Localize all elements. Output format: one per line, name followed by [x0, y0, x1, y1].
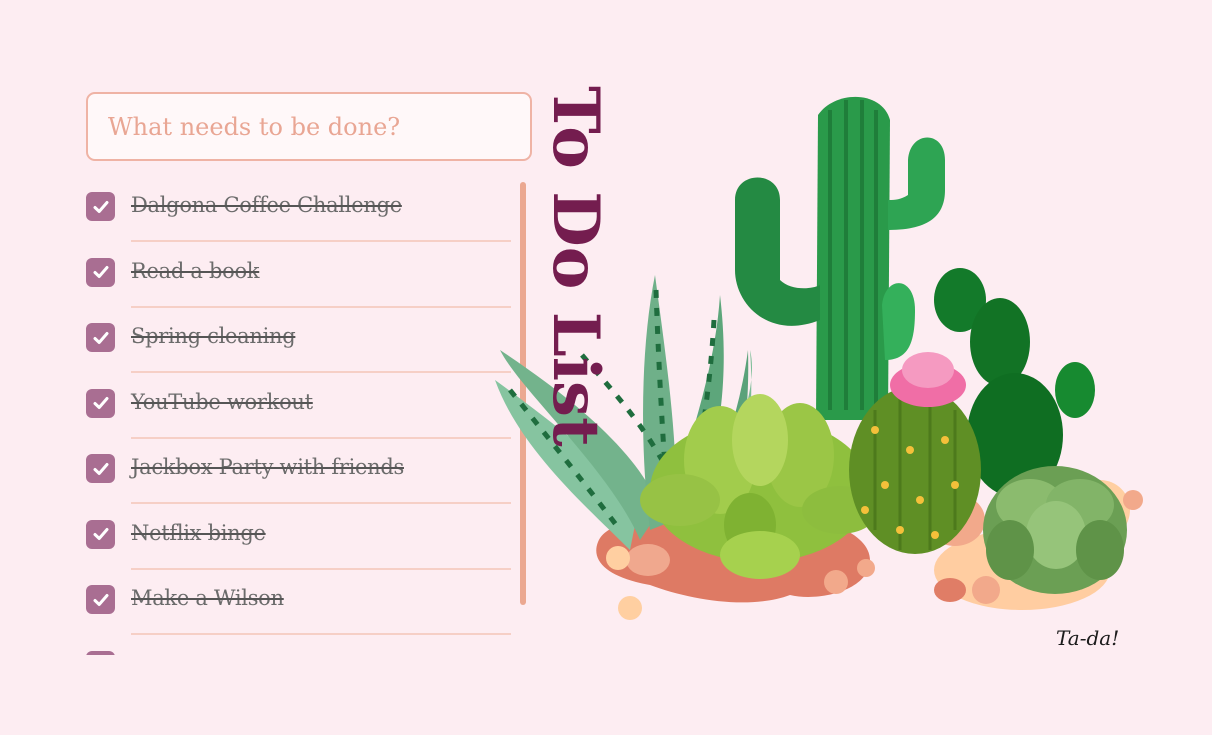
echeveria-petal — [1026, 501, 1086, 569]
todo-label: Netflix binge — [131, 520, 266, 545]
todo-label: Make a Wilson — [131, 586, 284, 610]
todo-item[interactable]: Jackbox Party with friends — [78, 444, 518, 510]
rosette-petal — [720, 531, 800, 579]
barrel-cactus — [849, 386, 981, 554]
pebble-shape — [857, 559, 875, 577]
check-icon — [93, 462, 108, 475]
todo-item[interactable]: Netflix binge — [78, 510, 518, 576]
todo-item[interactable] — [78, 641, 518, 655]
todo-label: YouTube workout — [131, 389, 313, 414]
saguaro-small-arm — [882, 283, 915, 360]
todo-checkbox[interactable] — [86, 257, 115, 287]
cactus-flower — [902, 352, 954, 388]
check-icon — [93, 266, 108, 278]
todo-divider — [131, 436, 511, 439]
saguaro-right-arm — [888, 137, 945, 230]
todo-label: Spring cleaning — [131, 324, 296, 348]
saguaro-trunk — [816, 96, 890, 420]
todo-checkbox[interactable] — [86, 323, 115, 352]
todo-divider — [131, 305, 511, 308]
todo-checkbox[interactable] — [86, 388, 115, 418]
check-icon — [93, 331, 108, 344]
pebble-shape — [824, 570, 848, 594]
todo-divider — [131, 240, 511, 242]
rosette-petal — [640, 474, 720, 526]
check-icon — [93, 593, 108, 606]
todo-item[interactable]: Read a book — [78, 248, 518, 314]
todo-label: Read a book — [131, 258, 260, 283]
todo-label: Dalgona Coffee Challenge — [131, 193, 402, 217]
echeveria-petal — [986, 520, 1034, 580]
todo-divider — [131, 502, 511, 504]
new-todo-input[interactable] — [86, 92, 532, 161]
paddle-cactus — [1055, 362, 1095, 418]
todo-item[interactable]: YouTube workout — [78, 379, 518, 445]
pebble-shape — [934, 578, 966, 602]
paddle-cactus — [970, 298, 1030, 386]
todo-item[interactable]: Make a Wilson — [78, 575, 518, 641]
check-icon — [93, 528, 108, 540]
page-title: To Do List — [538, 86, 613, 447]
todo-checkbox[interactable] — [86, 454, 115, 483]
pebble-shape — [1123, 490, 1143, 510]
todo-checkbox[interactable] — [86, 585, 115, 614]
footer-text: Ta-da! — [1056, 626, 1120, 650]
pebble-shape — [618, 596, 642, 620]
check-icon — [93, 200, 108, 213]
pebble-shape — [606, 546, 630, 570]
todo-item[interactable]: Dalgona Coffee Challenge — [78, 182, 518, 248]
todo-divider — [131, 567, 511, 570]
todo-item[interactable]: Spring cleaning — [78, 313, 518, 379]
pebble-shape — [626, 544, 670, 576]
todo-list: Dalgona Coffee Challenge Read a book Sprin… — [78, 182, 518, 655]
todo-divider — [131, 633, 511, 635]
todo-checkbox[interactable] — [86, 519, 115, 549]
echeveria-petal — [1076, 520, 1124, 580]
saguaro-left-arm — [735, 177, 820, 326]
todo-list-container[interactable]: Dalgona Coffee Challenge Read a book Sprin… — [78, 182, 518, 655]
todo-label: Jackbox Party with friends — [131, 455, 404, 479]
check-icon — [93, 397, 108, 409]
todo-divider — [131, 371, 511, 373]
todo-app: Dalgona Coffee Challenge Read a book Sprin… — [0, 0, 1212, 735]
rosette-petal — [732, 394, 788, 486]
pebble-shape — [972, 576, 1000, 604]
todo-checkbox[interactable] — [86, 192, 115, 221]
todo-checkbox[interactable] — [86, 650, 115, 655]
